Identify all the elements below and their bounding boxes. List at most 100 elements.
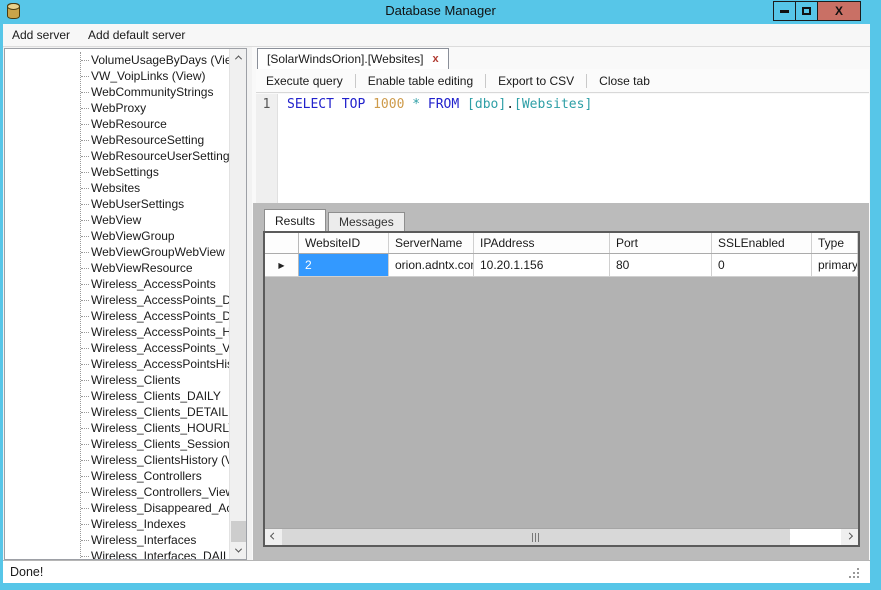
tree-item[interactable]: WebProxy (5, 100, 229, 116)
export-to-csv-button[interactable]: Export to CSV (488, 70, 584, 92)
cell-sslenabled[interactable]: 0 (712, 254, 812, 276)
menu-item-add-default-server[interactable]: Add default server (79, 24, 194, 46)
tree-item[interactable]: WebViewGroup (5, 228, 229, 244)
sql-editor[interactable]: 1 SELECT TOP 1000 * FROM [dbo].[Websites… (256, 94, 869, 203)
tree-item[interactable]: Wireless_AccessPointsHistory (View) (5, 356, 229, 372)
cell-ipaddress[interactable]: 10.20.1.156 (474, 254, 610, 276)
cell-type[interactable]: primary (812, 254, 858, 276)
grid-data-row[interactable]: ▶ 2 orion.adntx.com 10.20.1.156 80 0 primary (265, 254, 858, 277)
column-header-sslenabled[interactable]: SSLEnabled (712, 233, 812, 253)
tree-item[interactable]: WebView (5, 212, 229, 228)
tree-item[interactable]: Wireless_Clients_HOURLY (5, 420, 229, 436)
results-section: Results Messages WebsiteID ServerName IPAdd… (253, 203, 869, 560)
cell-port[interactable]: 80 (610, 254, 712, 276)
sql-token: 1000 (373, 97, 405, 112)
tree-item[interactable]: WebResource (5, 116, 229, 132)
sql-token: * (412, 97, 421, 112)
chevron-up-icon (234, 55, 243, 63)
close-button[interactable]: X (817, 1, 861, 21)
tree-item[interactable]: WebViewResource (5, 260, 229, 276)
titlebar[interactable]: Database Manager X (0, 0, 881, 24)
minimize-icon (780, 9, 789, 13)
sql-token: TOP (341, 97, 366, 112)
tab-close-icon[interactable]: x (433, 53, 439, 65)
sql-token: [dbo] (467, 97, 507, 112)
grid-corner-cell[interactable] (265, 233, 299, 253)
tree-item[interactable]: WebSettings (5, 164, 229, 180)
grid-scrollbar-thumb[interactable] (282, 529, 790, 545)
sql-query-line: SELECT TOP 1000 * FROM [dbo].[Websites] (287, 97, 592, 112)
status-text: Done! (10, 565, 44, 579)
tree-item[interactable]: Websites (5, 180, 229, 196)
scroll-up-button[interactable] (230, 49, 246, 66)
chevron-right-icon (845, 532, 854, 540)
tree-item[interactable]: Wireless_AccessPoints_DETAIL (5, 308, 229, 324)
tree-item[interactable]: Wireless_AccessPoints (5, 276, 229, 292)
tab-solarwindsorion-websites[interactable]: [SolarWindsOrion].[Websites] x (257, 48, 449, 69)
column-header-port[interactable]: Port (610, 233, 712, 253)
chevron-down-icon (234, 545, 243, 553)
cell-servername[interactable]: orion.adntx.com (389, 254, 474, 276)
results-tab-messages[interactable]: Messages (328, 212, 405, 231)
tree-item[interactable]: Wireless_Interfaces_DAILY (5, 548, 229, 559)
tree-item[interactable]: Wireless_ClientsHistory (View) (5, 452, 229, 468)
enable-table-editing-button[interactable]: Enable table editing (358, 70, 483, 92)
tree-item[interactable]: VolumeUsageByDays (View) (5, 52, 229, 68)
cell-websiteid[interactable]: 2 (299, 254, 389, 276)
chevron-left-icon (269, 532, 278, 540)
tree-item[interactable]: Wireless_Clients_SessionHistory (5, 436, 229, 452)
column-header-servername[interactable]: ServerName (389, 233, 474, 253)
tree-scrollbar-thumb[interactable] (231, 521, 246, 543)
column-header-ipaddress[interactable]: IPAddress (474, 233, 610, 253)
database-tree-panel[interactable]: VolumeUsageByDays (View) VW_VoipLinks (Vi… (4, 48, 247, 560)
close-tab-button[interactable]: Close tab (589, 70, 660, 92)
menu-item-add-server[interactable]: Add server (3, 24, 79, 46)
tree-item[interactable]: WebResourceSetting (5, 132, 229, 148)
tree-item[interactable]: WebViewGroupWebView (5, 244, 229, 260)
scroll-right-button[interactable] (841, 529, 858, 545)
tree-item[interactable]: WebUserSettings (5, 196, 229, 212)
results-grid[interactable]: WebsiteID ServerName IPAddress Port SSLEnabl… (263, 231, 860, 547)
query-panel: [SolarWindsOrion].[Websites] x Execute q… (252, 47, 870, 560)
sql-token: . (506, 97, 515, 112)
tree-item[interactable]: Wireless_Disappeared_AccessPoints (5, 500, 229, 516)
menu-bar: Add server Add default server (3, 24, 870, 47)
results-tab-results[interactable]: Results (264, 209, 327, 231)
toolbar-separator (586, 73, 588, 88)
current-row-arrow-icon: ▶ (278, 260, 285, 270)
tree-item[interactable]: Wireless_Indexes (5, 516, 229, 532)
document-tab-bar: [SolarWindsOrion].[Websites] x (252, 47, 870, 69)
column-header-websiteid[interactable]: WebsiteID (299, 233, 389, 253)
tree-item[interactable]: Wireless_Controllers_View (View) (5, 484, 229, 500)
scroll-down-button[interactable] (230, 542, 246, 559)
tree-item[interactable]: WebCommunityStrings (5, 84, 229, 100)
scroll-left-button[interactable] (265, 529, 282, 545)
tree-vertical-scrollbar[interactable] (229, 49, 246, 559)
tree-item[interactable]: Wireless_Interfaces (5, 532, 229, 548)
resize-grip[interactable] (849, 568, 860, 579)
tree-item[interactable]: Wireless_AccessPoints_View (View) (5, 340, 229, 356)
tree-item[interactable]: VW_VoipLinks (View) (5, 68, 229, 84)
grid-horizontal-scrollbar[interactable] (265, 528, 858, 545)
tree-item[interactable]: Wireless_Clients_DAILY (5, 388, 229, 404)
tree-item[interactable]: Wireless_AccessPoints_DAILY (5, 292, 229, 308)
scrollbar-gripper-icon (532, 532, 540, 542)
results-tab-bar: Results Messages (264, 209, 405, 231)
minimize-button[interactable] (773, 1, 796, 21)
tree-item[interactable]: Wireless_Controllers (5, 468, 229, 484)
column-header-type[interactable]: Type (812, 233, 858, 253)
status-bar: Done! (3, 560, 870, 583)
line-number: 1 (262, 97, 271, 112)
tree-item[interactable]: WebResourceUserSetting (5, 148, 229, 164)
row-selector-cell[interactable]: ▶ (265, 254, 299, 276)
execute-query-button[interactable]: Execute query (256, 70, 353, 92)
tree-item[interactable]: Wireless_AccessPoints_HOURLY (5, 324, 229, 340)
tree-item[interactable]: Wireless_Clients (5, 372, 229, 388)
tree-item[interactable]: Wireless_Clients_DETAIL (5, 404, 229, 420)
sql-token: FROM (427, 97, 460, 112)
maximize-button[interactable] (795, 1, 818, 21)
toolbar-separator (354, 73, 356, 88)
